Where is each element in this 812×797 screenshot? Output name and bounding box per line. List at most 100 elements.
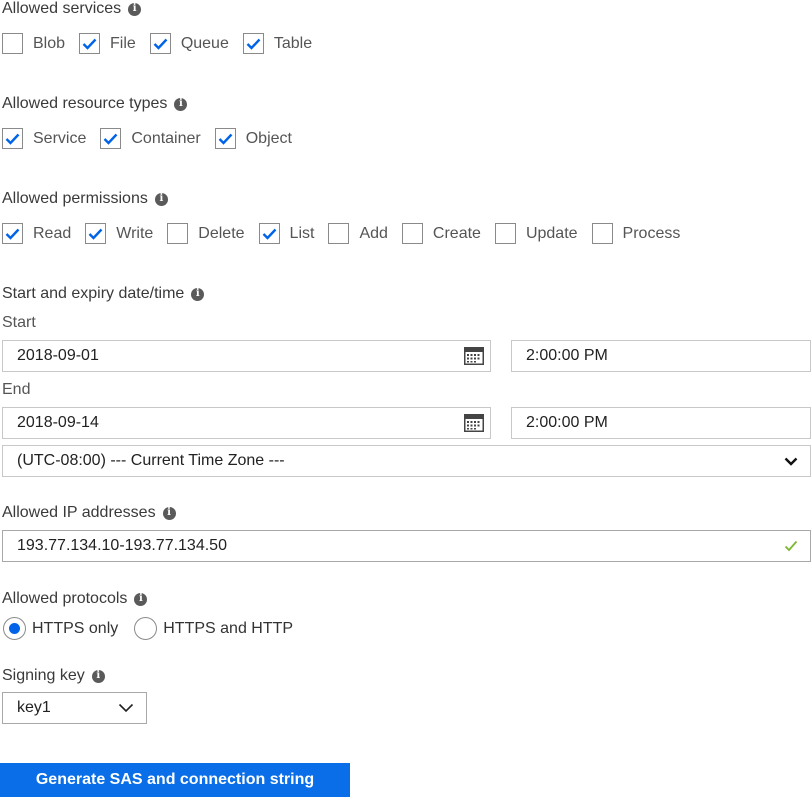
- checkbox-label: File: [110, 34, 136, 52]
- services-label-text: Allowed services: [2, 0, 122, 17]
- checkbox-label: Queue: [180, 34, 229, 52]
- checkbox-checked[interactable]: [149, 33, 171, 54]
- chevron-down-icon: [118, 703, 134, 713]
- end-label: End: [2, 381, 31, 398]
- checkbox-label: Delete: [198, 224, 245, 242]
- info-icon[interactable]: i: [128, 2, 142, 16]
- checkbox-unchecked[interactable]: [167, 223, 189, 244]
- timezone-value: (UTC-08:00) --- Current Time Zone ---: [17, 452, 285, 469]
- checkbox-unchecked[interactable]: [494, 223, 516, 244]
- info-icon[interactable]: i: [191, 287, 205, 301]
- start-time-value: 2:00:00 PM: [526, 347, 608, 364]
- checkbox-label: Service: [33, 129, 87, 147]
- checkbox-label: Container: [131, 129, 201, 147]
- checkbox-table[interactable]: Table: [242, 33, 313, 54]
- info-icon[interactable]: i: [174, 97, 188, 111]
- checkbox-service[interactable]: Service: [2, 128, 86, 149]
- checkbox-checked[interactable]: [79, 33, 101, 54]
- checkbox-write[interactable]: Write: [85, 223, 153, 244]
- radio-label: HTTPS and HTTP: [163, 619, 294, 637]
- chevron-down-icon: [784, 457, 798, 466]
- checkbox-list[interactable]: List: [258, 223, 314, 244]
- checkbox-add[interactable]: Add: [328, 223, 388, 244]
- checkmark-icon: [104, 133, 118, 145]
- info-icon[interactable]: i: [162, 506, 176, 520]
- checkmark-icon: [153, 38, 168, 50]
- checkbox-label: Object: [245, 129, 292, 147]
- checkbox-label: Add: [359, 224, 388, 242]
- end-date-input[interactable]: 2018-09-14: [2, 407, 491, 439]
- checkbox-unchecked[interactable]: [591, 223, 613, 244]
- ip-value: 193.77.134.10-193.77.134.50: [17, 537, 227, 554]
- permissions-label-text: Allowed permissions: [2, 190, 148, 207]
- checkbox-label: Process: [622, 224, 681, 242]
- checkbox-unchecked[interactable]: [328, 223, 350, 244]
- checkbox-delete[interactable]: Delete: [167, 223, 245, 244]
- radio-button[interactable]: [134, 617, 158, 640]
- checkbox-label: Read: [33, 224, 72, 242]
- resource-types-label-text: Allowed resource types: [2, 95, 168, 112]
- end-time-input[interactable]: 2:00:00 PM: [511, 407, 811, 439]
- start-time-input[interactable]: 2:00:00 PM: [511, 340, 811, 372]
- checkbox-checked[interactable]: [85, 223, 107, 244]
- checkmark-icon: [88, 228, 103, 240]
- checkbox-unchecked[interactable]: [2, 33, 23, 54]
- checkbox-unchecked[interactable]: [401, 223, 423, 244]
- checkmark-icon: [82, 38, 97, 50]
- permissions-label: Allowed permissions i: [2, 190, 168, 208]
- checkbox-file[interactable]: File: [79, 33, 136, 54]
- info-icon[interactable]: i: [91, 669, 105, 683]
- checkmark-icon: [5, 133, 20, 145]
- checkbox-queue[interactable]: Queue: [149, 33, 229, 54]
- start-date-value: 2018-09-01: [17, 347, 99, 364]
- checkbox-checked[interactable]: [258, 223, 280, 244]
- checkmark-icon: [218, 133, 233, 145]
- ip-input[interactable]: 193.77.134.10-193.77.134.50: [2, 530, 811, 562]
- info-icon[interactable]: i: [134, 592, 148, 606]
- protocols-label: Allowed protocols i: [2, 590, 148, 608]
- services-label: Allowed services i: [2, 0, 142, 18]
- checkbox-blob[interactable]: Blob: [2, 33, 65, 54]
- valid-check-icon: [784, 540, 798, 552]
- datetime-label: Start and expiry date/time i: [2, 285, 205, 303]
- checkbox-read[interactable]: Read: [2, 223, 71, 244]
- checkbox-checked[interactable]: [100, 128, 122, 149]
- checkbox-object[interactable]: Object: [214, 128, 292, 149]
- resource-types-label: Allowed resource types i: [2, 95, 188, 113]
- signing-key-select[interactable]: key1: [2, 692, 147, 724]
- start-date-input[interactable]: 2018-09-01: [2, 340, 491, 372]
- signing-key-value: key1: [17, 699, 51, 716]
- calendar-icon[interactable]: [464, 414, 484, 432]
- checkbox-label: Table: [273, 34, 313, 52]
- calendar-icon[interactable]: [464, 347, 484, 365]
- info-icon[interactable]: i: [154, 192, 168, 206]
- end-time-value: 2:00:00 PM: [526, 414, 608, 431]
- checkbox-label: Write: [116, 224, 154, 242]
- ip-label-text: Allowed IP addresses: [2, 504, 156, 521]
- ip-label: Allowed IP addresses i: [2, 504, 176, 522]
- timezone-select[interactable]: (UTC-08:00) --- Current Time Zone ---: [2, 445, 811, 477]
- generate-sas-button[interactable]: Generate SAS and connection string: [0, 763, 350, 797]
- checkbox-update[interactable]: Update: [494, 223, 578, 244]
- datetime-label-text: Start and expiry date/time: [2, 285, 185, 302]
- end-date-value: 2018-09-14: [17, 414, 99, 431]
- checkbox-checked[interactable]: [2, 128, 23, 149]
- protocols-label-text: Allowed protocols: [2, 590, 128, 607]
- resource-types-checkbox-group: Service Container Object: [2, 128, 306, 149]
- checkbox-checked[interactable]: [2, 223, 23, 244]
- signing-key-label-text: Signing key: [2, 667, 85, 684]
- checkbox-checked[interactable]: [242, 33, 264, 54]
- start-label: Start: [2, 314, 36, 331]
- protocols-radio-group: HTTPS only HTTPS and HTTP: [3, 617, 301, 640]
- checkbox-process[interactable]: Process: [591, 223, 681, 244]
- radio-button[interactable]: [3, 617, 26, 640]
- radio-https-only[interactable]: HTTPS only: [3, 617, 118, 640]
- checkbox-checked[interactable]: [214, 128, 236, 149]
- checkbox-container[interactable]: Container: [100, 128, 201, 149]
- radio-https-and-http[interactable]: HTTPS and HTTP: [134, 617, 293, 640]
- checkmark-icon: [262, 228, 276, 240]
- radio-label: HTTPS only: [32, 619, 119, 637]
- checkbox-create[interactable]: Create: [401, 223, 481, 244]
- checkbox-label: Blob: [33, 34, 66, 52]
- services-checkbox-group: Blob File Queue Table: [2, 33, 326, 54]
